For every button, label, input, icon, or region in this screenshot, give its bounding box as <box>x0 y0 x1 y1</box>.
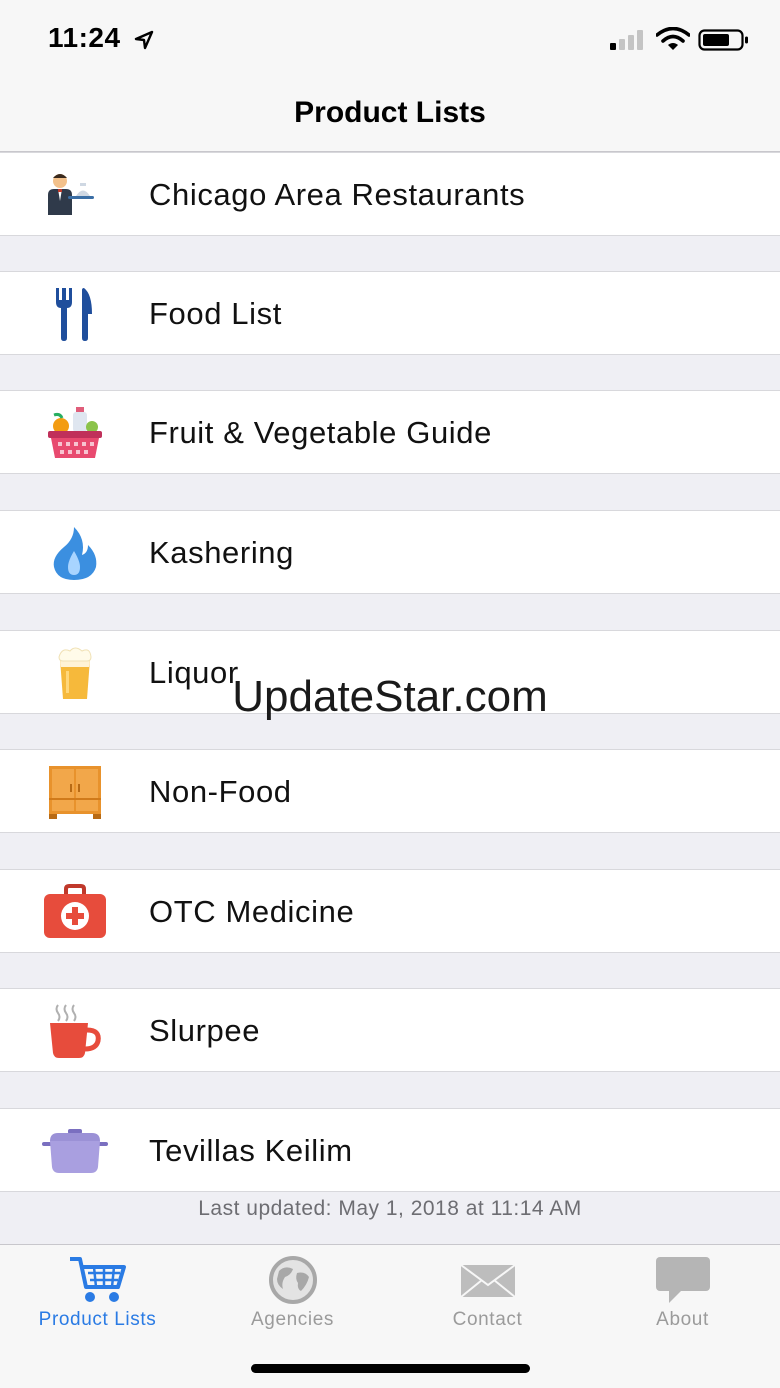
envelope-icon <box>460 1264 516 1298</box>
wifi-icon <box>656 27 690 50</box>
flame-icon <box>53 527 97 580</box>
home-indicator[interactable] <box>251 1364 530 1373</box>
beer-glass-icon <box>58 647 92 699</box>
list-item-label: Liquor <box>149 655 239 690</box>
page-title: Product Lists <box>294 96 486 129</box>
list-item-non-food[interactable]: Non-Food <box>0 749 780 833</box>
status-time: 11:24 <box>48 22 121 53</box>
list-item-label: OTC Medicine <box>149 894 355 929</box>
speech-bubble-icon <box>656 1257 710 1303</box>
navigation-bar: Product Lists <box>0 80 780 152</box>
list-item-food-list[interactable]: Food List <box>0 271 780 355</box>
tab-contact[interactable]: Contact <box>390 1245 585 1345</box>
tab-label: About <box>656 1309 709 1330</box>
status-bar: 11:24 <box>0 0 780 80</box>
list-item-label: Fruit & Vegetable Guide <box>149 415 492 450</box>
tab-label: Contact <box>452 1309 523 1330</box>
tab-about[interactable]: About <box>585 1245 780 1345</box>
globe-icon <box>269 1256 317 1304</box>
list-item-label: Food List <box>149 296 282 331</box>
fork-knife-icon <box>56 288 92 341</box>
location-arrow-icon <box>134 30 154 50</box>
cellular-signal-icon <box>610 30 643 50</box>
list-item-label: Non-Food <box>149 774 292 809</box>
tab-agencies[interactable]: Agencies <box>195 1245 390 1345</box>
list-item-fruit-vegetable-guide[interactable]: Fruit & Vegetable Guide <box>0 390 780 474</box>
cabinet-icon <box>49 766 101 819</box>
list-item-chicago-area-restaurants[interactable]: Chicago Area Restaurants <box>0 152 780 236</box>
hot-cup-icon <box>50 1004 101 1058</box>
list-item-kashering[interactable]: Kashering <box>0 510 780 594</box>
last-updated-note: Last updated: May 1, 2018 at 11:14 AM <box>198 1197 582 1220</box>
tab-product-lists[interactable]: Product Lists <box>0 1245 195 1345</box>
pot-icon <box>42 1129 108 1173</box>
waiter-icon <box>48 174 94 215</box>
list-item-label: Tevillas Keilim <box>149 1133 353 1168</box>
tab-label: Product Lists <box>38 1309 157 1330</box>
tab-label: Agencies <box>251 1309 334 1330</box>
list-item-liquor[interactable]: Liquor <box>0 630 780 714</box>
list-item-label: Slurpee <box>149 1013 261 1048</box>
list-item-label: Kashering <box>149 535 294 570</box>
grocery-basket-icon <box>48 407 102 458</box>
list-item-otc-medicine[interactable]: OTC Medicine <box>0 869 780 953</box>
list-item-label: Chicago Area Restaurants <box>149 177 526 212</box>
first-aid-kit-icon <box>44 884 106 938</box>
cart-icon <box>70 1257 126 1302</box>
list-item-tevillas-keilim[interactable]: Tevillas Keilim <box>0 1108 780 1192</box>
battery-icon <box>698 29 748 51</box>
list-item-slurpee[interactable]: Slurpee <box>0 988 780 1072</box>
